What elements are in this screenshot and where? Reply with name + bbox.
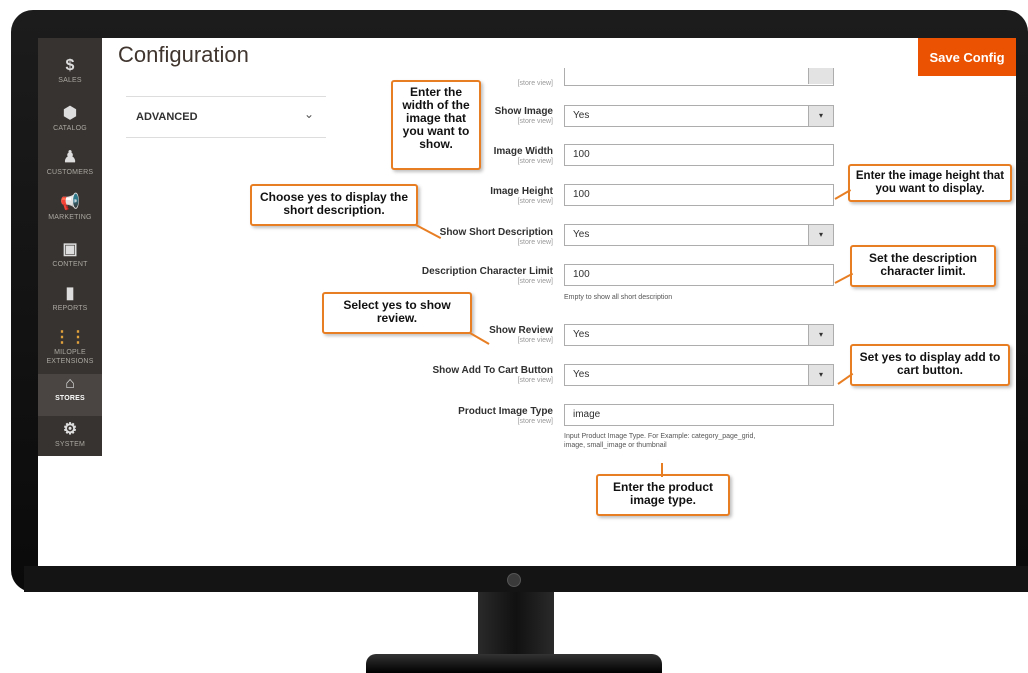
callout-short-description: Choose yes to display the short descript… xyxy=(250,184,418,226)
field-scope: [store view] xyxy=(517,377,553,384)
show-image-select[interactable]: Yes ▾ xyxy=(564,105,834,127)
person-icon: ♟ xyxy=(62,149,78,166)
field-scope: [store view] xyxy=(517,278,553,285)
nav-item-customers[interactable]: ♟ CUSTOMERS xyxy=(38,148,102,192)
callout-leader xyxy=(661,463,663,477)
show-review-label: Show Review xyxy=(489,325,553,336)
image-height-label: Image Height xyxy=(490,186,553,197)
callout-char-limit: Set the description character limit. xyxy=(850,245,996,287)
layout-icon: ▣ xyxy=(62,241,78,258)
show-add-to-cart-select[interactable]: Yes ▾ xyxy=(564,364,834,386)
show-add-to-cart-label: Show Add To Cart Button xyxy=(432,365,553,376)
callout-review: Select yes to show review. xyxy=(322,292,472,334)
callout-image-height: Enter the image height that you want to … xyxy=(848,164,1012,202)
field-scope: [store view] xyxy=(517,337,553,344)
show-short-description-label: Show Short Description xyxy=(439,227,553,238)
field-scope: [store view] xyxy=(517,80,553,87)
nav-item-content[interactable]: ▣ CONTENT xyxy=(38,240,102,284)
product-image-type-input[interactable]: image xyxy=(564,404,834,426)
callout-image-type: Enter the product image type. xyxy=(596,474,730,516)
nav-item-system[interactable]: ⚙ SYSTEM xyxy=(38,420,102,456)
select-value: Yes xyxy=(573,369,590,380)
description-limit-label: Description Character Limit xyxy=(421,266,553,277)
nav-label: CATALOG xyxy=(53,125,87,132)
nav-label: SYSTEM xyxy=(55,441,85,448)
nav-label: STORES xyxy=(55,395,85,402)
nav-item-milople-extensions[interactable]: ⋮⋮ MILOPLE EXTENSIONS xyxy=(38,328,102,372)
select-arrow-icon: ▾ xyxy=(808,325,833,345)
nav-item-reports[interactable]: ▮ REPORTS xyxy=(38,284,102,328)
select-value: Yes xyxy=(573,229,590,240)
nav-label: CUSTOMERS xyxy=(46,169,94,176)
monitor-stand-neck xyxy=(478,592,554,654)
field-scope: [store view] xyxy=(517,118,553,125)
admin-sidebar: $ SALES ⬢ CATALOG ♟ CUSTOMERS 📢 MARKETIN… xyxy=(38,38,102,456)
nav-label: CONTENT xyxy=(52,261,88,268)
store-icon: ⌂ xyxy=(65,375,75,392)
monitor-bezel xyxy=(24,566,1028,592)
image-height-input[interactable]: 100 xyxy=(564,184,834,206)
image-width-input[interactable]: 100 xyxy=(564,144,834,166)
field-scope: [store view] xyxy=(517,158,553,165)
select-value: Yes xyxy=(573,329,590,340)
chevron-down-icon: ⌄ xyxy=(304,107,315,121)
select-arrow-icon: ▾ xyxy=(808,106,833,126)
description-limit-input[interactable]: 100 xyxy=(564,264,834,286)
show-review-select[interactable]: Yes ▾ xyxy=(564,324,834,346)
nav-item-marketing[interactable]: 📢 MARKETING xyxy=(38,193,102,237)
grid-dots-icon: ⋮⋮ xyxy=(54,329,86,346)
nav-label: REPORTS xyxy=(52,305,88,312)
save-config-button[interactable]: Save Config xyxy=(918,38,1016,76)
field-scope: [store view] xyxy=(517,239,553,246)
config-menu-advanced[interactable]: ADVANCED ⌄ xyxy=(126,96,326,138)
nav-item-stores[interactable]: ⌂ STORES xyxy=(38,374,102,416)
config-menu-label: ADVANCED xyxy=(136,111,198,123)
callout-leader xyxy=(415,224,442,240)
callout-add-to-cart: Set yes to display add to cart button. xyxy=(850,344,1010,386)
select-arrow-icon: ▾ xyxy=(808,225,833,245)
bar-chart-icon: ▮ xyxy=(65,285,75,302)
monitor-stand-base xyxy=(366,654,662,673)
select-value: Yes xyxy=(573,110,590,121)
gear-icon: ⚙ xyxy=(62,421,78,438)
nav-item-catalog[interactable]: ⬢ CATALOG xyxy=(38,104,102,148)
webcam-icon xyxy=(507,573,521,587)
select-arrow-icon: ▾ xyxy=(808,365,833,385)
field-scope: [store view] xyxy=(517,418,553,425)
nav-item-sales[interactable]: $ SALES xyxy=(38,56,102,100)
nav-label: SALES xyxy=(58,77,82,84)
screen: $ SALES ⬢ CATALOG ♟ CUSTOMERS 📢 MARKETIN… xyxy=(38,38,1016,566)
show-image-label: Show Image xyxy=(494,106,553,117)
field-scope: [store view] xyxy=(517,198,553,205)
dollar-icon: $ xyxy=(65,57,75,74)
top-cut-select[interactable] xyxy=(564,68,834,86)
product-image-type-label: Product Image Type xyxy=(458,406,553,417)
nav-label: MILOPLE EXTENSIONS xyxy=(46,349,94,365)
cube-icon: ⬢ xyxy=(63,105,77,122)
show-short-description-select[interactable]: Yes ▾ xyxy=(564,224,834,246)
nav-label: MARKETING xyxy=(48,214,92,221)
product-image-type-note-line1: Input Product Image Type. For Example: c… xyxy=(564,433,756,440)
callout-leader xyxy=(469,332,490,345)
product-image-type-note-line2: image, small_image or thumbnail xyxy=(564,442,667,449)
description-limit-note: Empty to show all short description xyxy=(564,294,673,301)
select-arrow-icon xyxy=(808,68,833,84)
callout-image-width: Enter the width of the image that you wa… xyxy=(391,80,481,170)
image-width-label: Image Width xyxy=(493,146,553,157)
megaphone-icon: 📢 xyxy=(60,194,80,211)
page-title: Configuration xyxy=(118,42,249,67)
